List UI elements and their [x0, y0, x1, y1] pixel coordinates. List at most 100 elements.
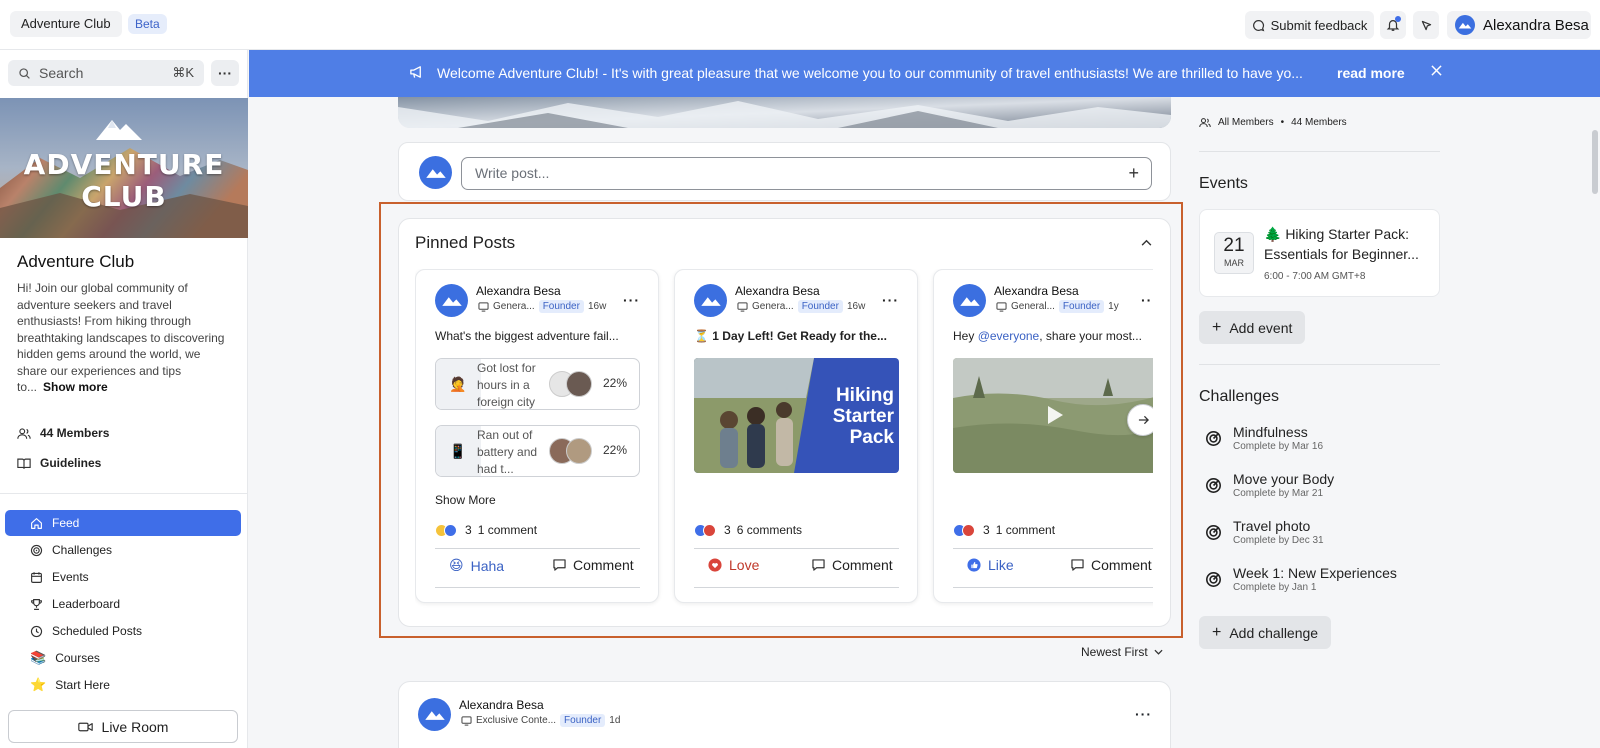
sidebar-item-courses[interactable]: 📚 Courses [5, 645, 241, 671]
post-options-button[interactable]: ··· [1135, 706, 1152, 722]
sidebar-item-label: Scheduled Posts [52, 624, 143, 638]
founder-badge: Founder [560, 714, 606, 727]
guidelines-label: Guidelines [40, 456, 102, 470]
post-author[interactable]: Alexandra Besa [459, 698, 544, 712]
live-room-button[interactable]: Live Room [8, 710, 238, 743]
challenge-name: Week 1: New Experiences [1233, 565, 1397, 581]
highlight-outline [379, 202, 1183, 638]
sidebar-item-feed[interactable]: Feed [5, 510, 241, 536]
all-members-label: All Members [1218, 117, 1274, 128]
post-composer: Write post... + [398, 142, 1171, 201]
sidebar-item-scheduled-posts[interactable]: Scheduled Posts [5, 618, 241, 644]
sort-dropdown[interactable]: Newest First [1081, 645, 1163, 659]
target-icon [1206, 525, 1221, 540]
members-icon [17, 427, 31, 439]
notifications-button[interactable] [1380, 11, 1406, 39]
banner-text: Welcome Adventure Club! - It's with grea… [437, 65, 1303, 81]
feed-post-card[interactable]: Alexandra Besa Exclusive Conte... Founde… [398, 681, 1171, 748]
sidebar-nav: Feed Challenges Events Leaderboard Sched… [5, 510, 241, 699]
events-heading: Events [1199, 175, 1248, 192]
sidebar-item-leaderboard[interactable]: Leaderboard [5, 591, 241, 617]
sidebar-item-label: Courses [55, 651, 100, 665]
feed-header-image [398, 97, 1171, 128]
challenge-due: Complete by Dec 31 [1233, 535, 1324, 546]
challenge-name: Move your Body [1233, 471, 1335, 487]
trophy-icon [31, 598, 42, 610]
target-icon [1206, 478, 1221, 493]
close-icon [1431, 65, 1442, 76]
mountain-logo-icon [425, 169, 446, 178]
add-event-label: Add event [1229, 319, 1293, 336]
sidebar-divider [0, 493, 248, 494]
sidebar-item-label: Leaderboard [52, 597, 121, 611]
challenge-name: Mindfulness [1233, 424, 1308, 440]
event-time: 6:00 - 7:00 AM GMT+8 [1264, 271, 1366, 282]
plus-icon: + [1212, 623, 1222, 641]
sort-label: Newest First [1081, 645, 1148, 659]
challenge-item[interactable]: Move your Body Complete by Mar 21 [1205, 471, 1334, 499]
search-shortcut: ⌘K [172, 65, 194, 80]
user-menu-button[interactable]: Alexandra Besa [1447, 11, 1591, 39]
club-cover-image: ADVENTURE CLUB [0, 98, 248, 238]
post-meta: Exclusive Conte... Founder 1d [461, 714, 620, 727]
submit-feedback-button[interactable]: Submit feedback [1245, 11, 1374, 39]
avatar [1455, 15, 1475, 35]
write-post-placeholder: Write post... [475, 165, 550, 181]
cursor-button[interactable] [1413, 11, 1439, 39]
video-camera-icon [77, 722, 93, 731]
banner-read-more-link[interactable]: read more [1337, 65, 1405, 81]
sidebar-item-label: Start Here [55, 678, 110, 692]
page-scrollbar[interactable] [1592, 130, 1598, 194]
event-date-badge: 21 MAR [1214, 232, 1254, 274]
sidebar-more-button[interactable]: ··· [211, 60, 239, 86]
divider [1199, 364, 1440, 365]
search-input[interactable]: Search ⌘K [8, 60, 204, 86]
sidebar-item-label: Challenges [52, 543, 113, 557]
challenge-due: Complete by Jan 1 [1233, 582, 1317, 593]
avatar [418, 698, 451, 731]
challenge-item[interactable]: Week 1: New Experiences Complete by Jan … [1205, 565, 1397, 593]
banner-close-button[interactable] [1431, 63, 1442, 81]
challenge-item[interactable]: Travel photo Complete by Dec 31 [1205, 518, 1324, 546]
books-icon: 📚 [30, 650, 47, 665]
challenge-due: Complete by Mar 16 [1233, 441, 1324, 452]
guidelines-link[interactable]: Guidelines [17, 456, 101, 470]
challenge-name: Travel photo [1233, 518, 1311, 534]
event-card[interactable]: 21 MAR 🌲 Hiking Starter Pack: Essentials… [1199, 209, 1440, 297]
sidebar-item-label: Feed [52, 516, 80, 530]
post-channel[interactable]: Exclusive Conte... [476, 715, 556, 726]
members-icon [1199, 118, 1211, 128]
mountain-logo-icon [1458, 22, 1472, 29]
clock-icon [30, 625, 43, 637]
plus-icon[interactable]: + [1128, 158, 1139, 189]
chevron-down-icon [1154, 649, 1163, 655]
write-post-input[interactable]: Write post... + [461, 157, 1152, 190]
star-icon: ⭐ [30, 677, 47, 692]
target-icon [1206, 431, 1221, 446]
challenge-due: Complete by Mar 21 [1233, 488, 1324, 499]
target-icon [1206, 572, 1221, 587]
mountain-logo-icon [424, 711, 445, 720]
ellipsis-icon: ··· [218, 65, 232, 81]
cursor-icon [1421, 20, 1431, 30]
club-switcher[interactable]: Adventure Club [10, 11, 122, 37]
post-time: 1d [609, 715, 621, 726]
search-icon [19, 67, 30, 79]
megaphone-icon [410, 66, 421, 78]
sidebar-item-challenges[interactable]: Challenges [5, 537, 241, 563]
members-link[interactable]: 44 Members [17, 426, 109, 440]
add-challenge-button[interactable]: + Add challenge [1199, 616, 1332, 649]
show-more-link[interactable]: Show more [43, 380, 108, 394]
all-members-link[interactable]: All Members • 44 Members [1199, 117, 1347, 128]
club-description-text: Hi! Join our global community of adventu… [17, 281, 225, 394]
club-description: Hi! Join our global community of adventu… [17, 280, 232, 396]
sidebar-item-start-here[interactable]: ⭐ Start Here [5, 672, 241, 698]
target-icon [30, 544, 43, 556]
plus-icon: + [1212, 318, 1222, 336]
notification-dot [1395, 16, 1401, 22]
chat-bubble-icon [1252, 19, 1264, 31]
add-event-button[interactable]: + Add event [1199, 311, 1306, 344]
challenge-item[interactable]: Mindfulness Complete by Mar 16 [1205, 424, 1323, 452]
top-bar: Adventure Club Beta Submit feedback Alex… [0, 0, 1600, 50]
sidebar-item-events[interactable]: Events [5, 564, 241, 590]
